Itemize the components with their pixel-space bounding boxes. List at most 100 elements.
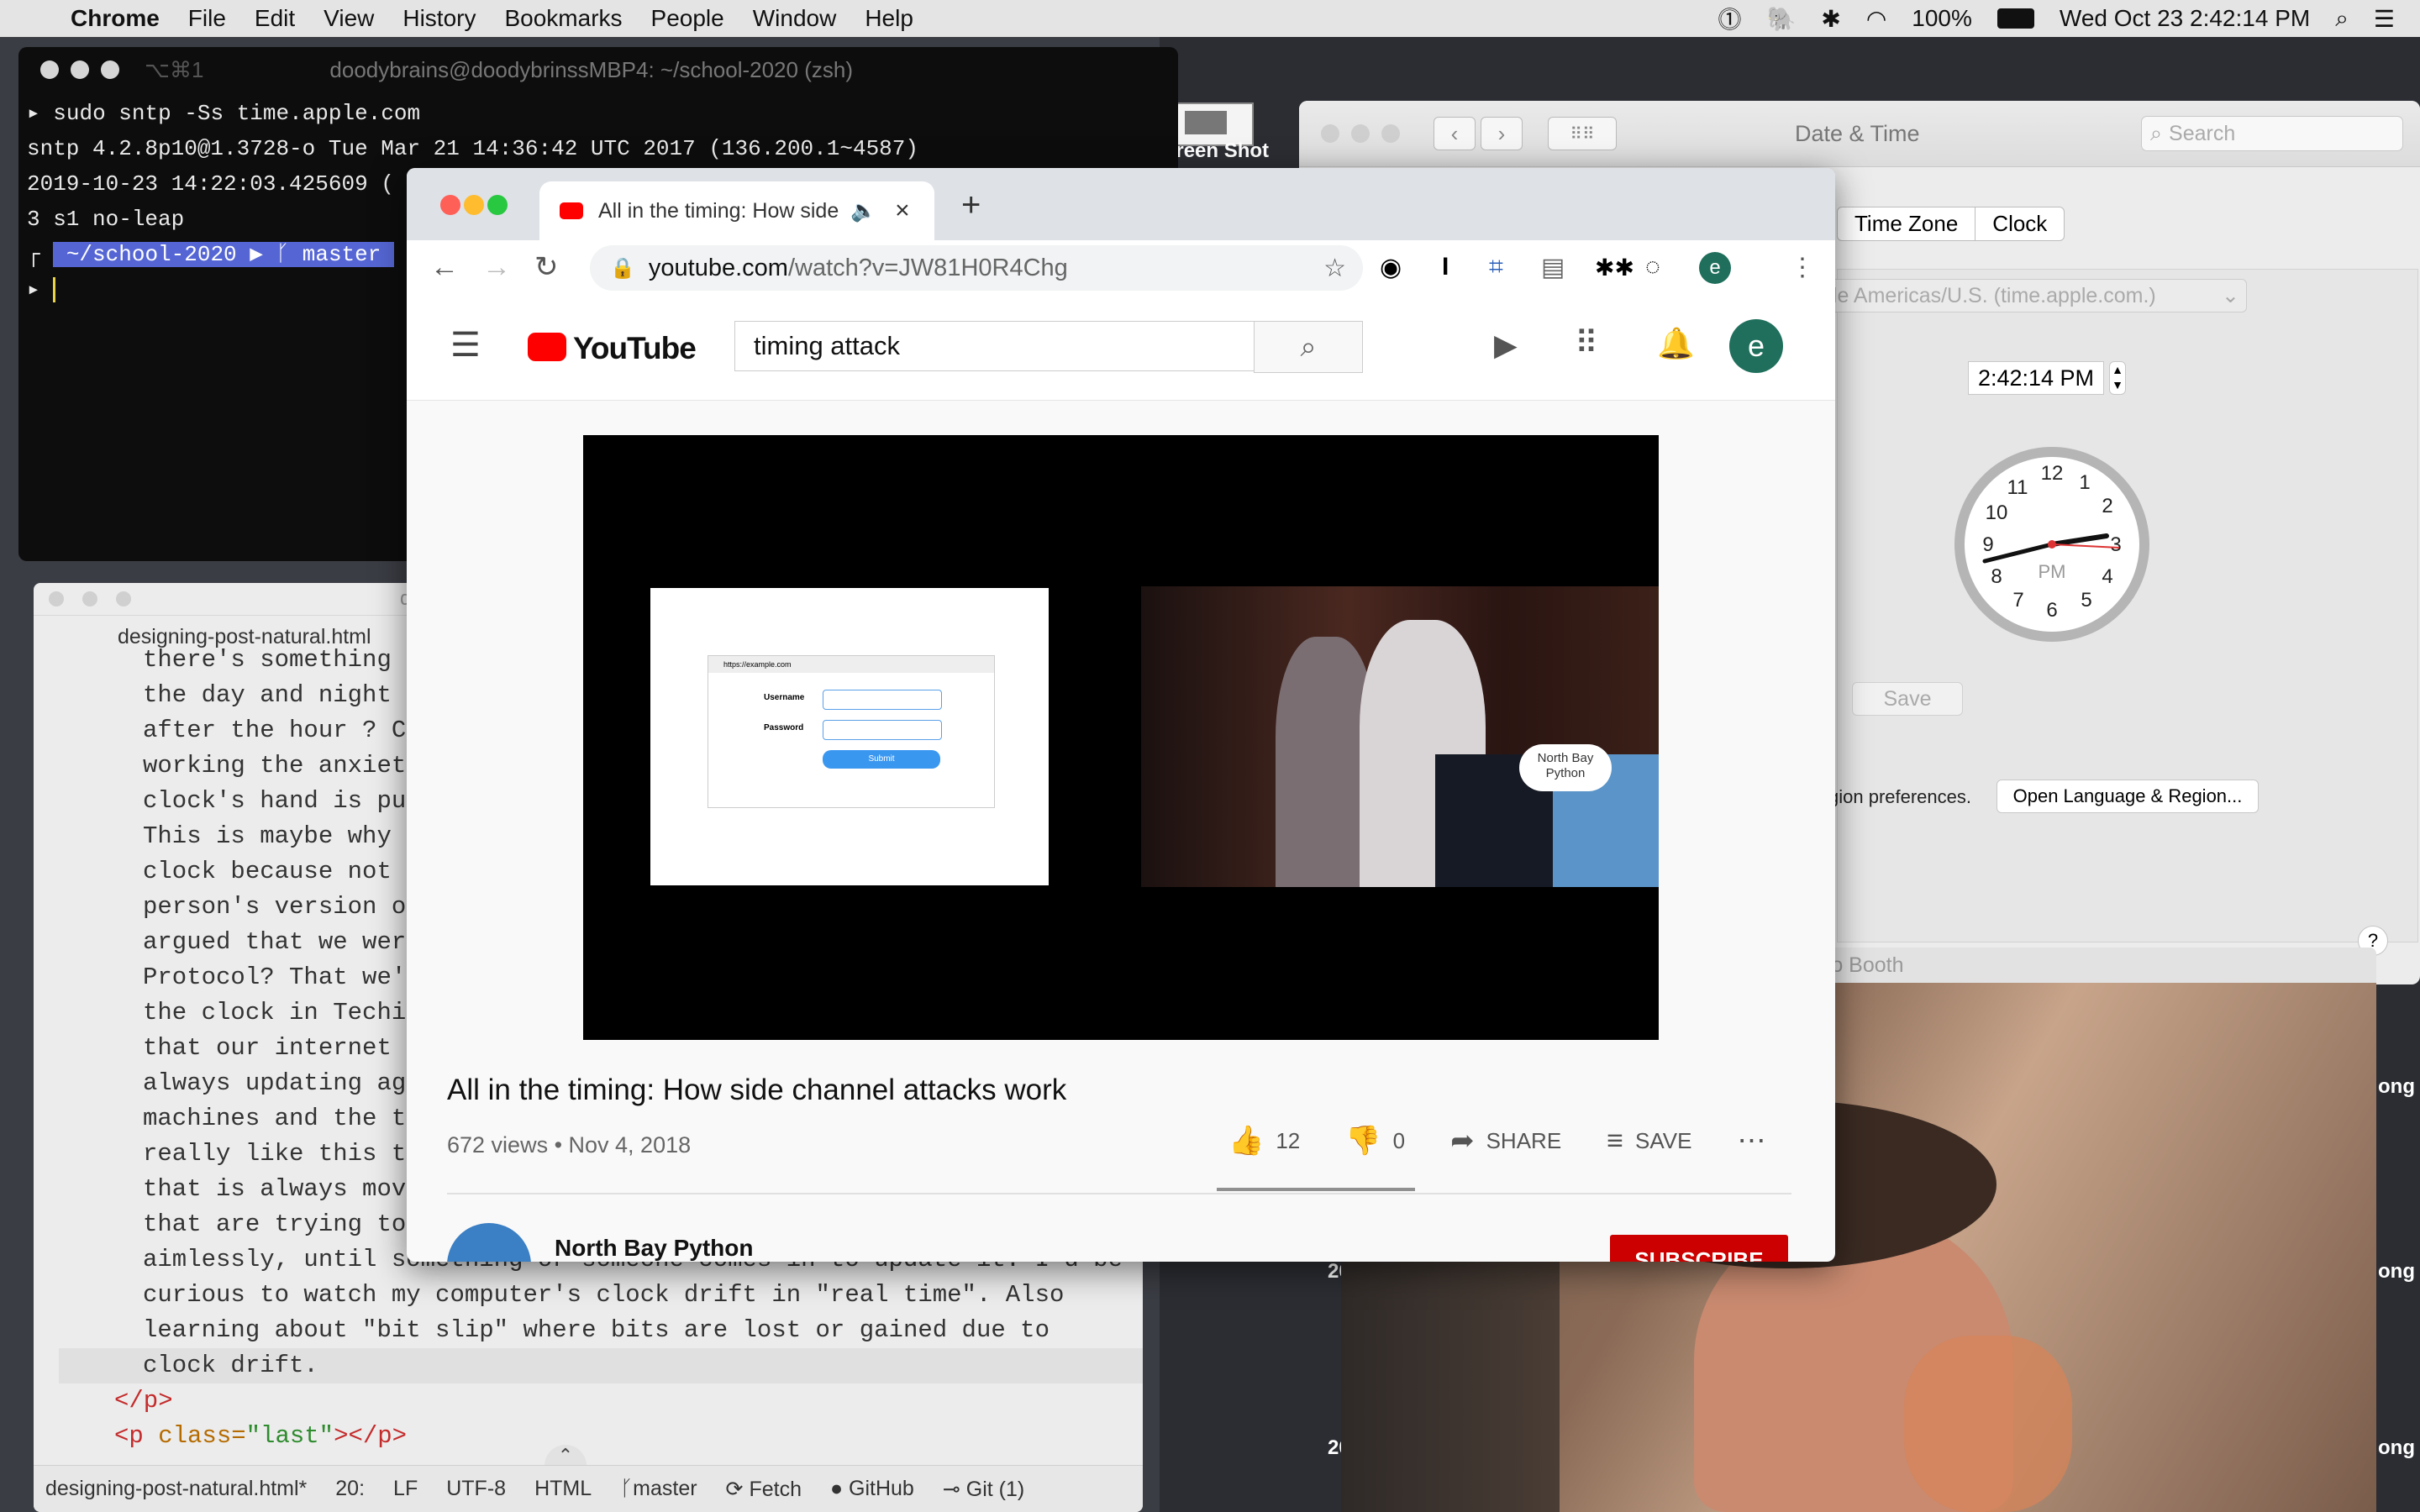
time-server-select[interactable]: ple Americas/U.S. (time.apple.com.) ⌄ [1820,279,2247,312]
show-all-icon[interactable]: ⠿⠿ [1548,117,1617,150]
menu-bookmarks[interactable]: Bookmarks [504,5,622,32]
search-placeholder: Search [2169,121,2236,145]
apps-grid-icon[interactable]: ⠿ [1575,324,1598,362]
menu-edit[interactable]: Edit [255,5,295,32]
clock-number: 1 [2079,471,2090,494]
status-menus: ⓵ 🐘 ✱ ◠ 100% Wed Oct 23 2:42:14 PM ⌕ ☰ [1718,0,2395,37]
menubar-clock[interactable]: Wed Oct 23 2:42:14 PM [2060,5,2310,32]
back-arrow-icon[interactable]: ← [430,251,459,284]
extension-circle-icon[interactable]: ◌ [1645,253,1660,281]
hamburger-icon[interactable]: ☰ [450,326,481,365]
tab-clock[interactable]: Clock [1975,207,2064,240]
prompt-dir: ~/school-2020 [66,242,237,267]
extension-onepassword-icon[interactable]: ◉ [1380,253,1402,282]
close-button[interactable] [49,591,64,606]
new-tab-button[interactable]: + [961,186,981,224]
minimize-button[interactable] [464,195,484,215]
slide-username-field [823,690,942,710]
forward-arrow-icon[interactable]: → [482,251,511,284]
close-tab-icon[interactable]: × [895,197,910,225]
terminal-titlebar[interactable]: ⌥⌘1 doodybrains@doodybrinssMBP4: ~/schoo… [18,47,1178,92]
status-file[interactable]: designing-post-natural.html* [45,1477,307,1501]
menu-people[interactable]: People [651,5,724,32]
minimize-button[interactable] [1351,124,1370,143]
forward-button[interactable]: › [1481,117,1523,150]
status-fetch[interactable]: ⟳ Fetch [726,1477,802,1502]
menu-history[interactable]: History [402,5,476,32]
close-button[interactable] [440,195,460,215]
extension-asterisk-icon[interactable]: ✱✱ [1595,254,1634,281]
youtube-logo[interactable]: YouTube [573,331,697,366]
close-button[interactable] [1321,124,1339,143]
minimize-button[interactable] [82,591,97,606]
user-avatar[interactable]: e [1729,319,1783,373]
notification-center-icon[interactable]: ☰ [2374,5,2395,33]
search-field[interactable]: ⌕ Search [2141,116,2403,151]
status-git[interactable]: ⊸ Git (1) [943,1477,1024,1502]
thumbs-down-icon: 👎 [1345,1125,1381,1157]
share-button[interactable]: ➦ SHARE [1450,1124,1561,1158]
status-encoding[interactable]: UTF-8 [446,1477,506,1501]
slide-submit-button: Submit [823,750,940,769]
youtube-logo-icon[interactable] [528,333,566,361]
zoom-button[interactable] [1381,124,1400,143]
menu-view[interactable]: View [324,5,374,32]
zoom-button[interactable] [487,195,508,215]
analog-clock: 12 1 2 3 4 5 6 7 8 9 10 11 PM [1954,447,2149,642]
save-to-playlist-button[interactable]: ≡ SAVE [1607,1124,1691,1158]
desktop-file-label[interactable]: ong [2378,1436,2415,1460]
slide-browser-mock: https://example.com Username Password Su… [708,655,995,808]
dislike-button[interactable]: 👎 0 [1345,1124,1405,1158]
time-stepper[interactable]: ▲ ▼ [2109,361,2126,395]
save-button[interactable]: Save [1852,682,1963,716]
more-actions-button[interactable]: ⋯ [1737,1124,1765,1158]
battery-percent[interactable]: 100% [1912,5,1972,32]
desktop-file-label[interactable]: ong [2378,1260,2415,1284]
menu-file[interactable]: File [188,5,226,32]
menu-help[interactable]: Help [865,5,913,32]
status-eol[interactable]: LF [393,1477,418,1501]
menu-window[interactable]: Window [753,5,837,32]
search-input[interactable]: timing attack [734,321,1255,371]
browser-tab[interactable]: All in the timing: How side c 🔈 × [539,181,934,240]
slide-password-field [823,720,942,740]
status-branch[interactable]: ᚴmaster [620,1477,697,1501]
spotlight-icon[interactable]: ⌕ [2335,5,2349,33]
tab-time-zone[interactable]: Time Zone [1838,207,1976,240]
reload-icon[interactable]: ↻ [534,250,559,284]
menu-kebab-icon[interactable]: ⋮ [1790,253,1815,282]
bluetooth-icon[interactable]: ✱ [1821,5,1840,33]
star-icon[interactable]: ☆ [1323,254,1346,283]
elephant-icon[interactable]: 🐘 [1766,5,1796,33]
date-time-titlebar[interactable]: ‹ › ⠿⠿ Date & Time ⌕ Search [1299,101,2420,167]
status-grammar[interactable]: HTML [534,1477,592,1501]
extension-text-icon[interactable]: I [1442,253,1449,281]
time-field[interactable]: 2:42:14 PM [1968,361,2104,395]
channel-avatar[interactable] [447,1223,531,1262]
wifi-icon[interactable]: ◠ [1866,5,1886,33]
desktop-file-label[interactable]: ong [2378,1075,2415,1099]
status-cursor-pos[interactable]: 20: [335,1477,365,1501]
search-button[interactable]: ⌕ [1254,321,1363,373]
zoom-button[interactable] [101,60,119,79]
onepassword-icon[interactable]: ⓵ [1718,2,1741,35]
extension-crop-icon[interactable]: ⌗ [1489,253,1503,281]
open-language-region-button[interactable]: Open Language & Region... [1996,780,2259,813]
profile-avatar[interactable]: e [1699,252,1731,284]
address-bar[interactable]: 🔒 youtube.com/watch?v=JW81H0R4Chg ☆ [590,245,1363,291]
status-github[interactable]: ● GitHub [830,1477,914,1501]
close-button[interactable] [40,60,59,79]
subscribe-button[interactable]: SUBSCRIBE [1610,1235,1788,1262]
extension-doc-icon[interactable]: ▤ [1541,253,1565,282]
speaker-icon[interactable]: 🔈 [850,199,876,223]
create-video-icon[interactable]: ▶ [1494,328,1518,363]
zoom-button[interactable] [116,591,131,606]
like-button[interactable]: 👍 12 [1228,1124,1300,1158]
video-player[interactable]: https://example.com Username Password Su… [583,435,1659,1040]
bell-icon[interactable]: 🔔 [1657,326,1695,361]
channel-name[interactable]: North Bay Python [555,1235,753,1262]
back-button[interactable]: ‹ [1434,117,1476,150]
battery-icon[interactable] [1996,8,2034,29]
minimize-button[interactable] [71,60,89,79]
menu-app-name[interactable]: Chrome [71,5,160,32]
